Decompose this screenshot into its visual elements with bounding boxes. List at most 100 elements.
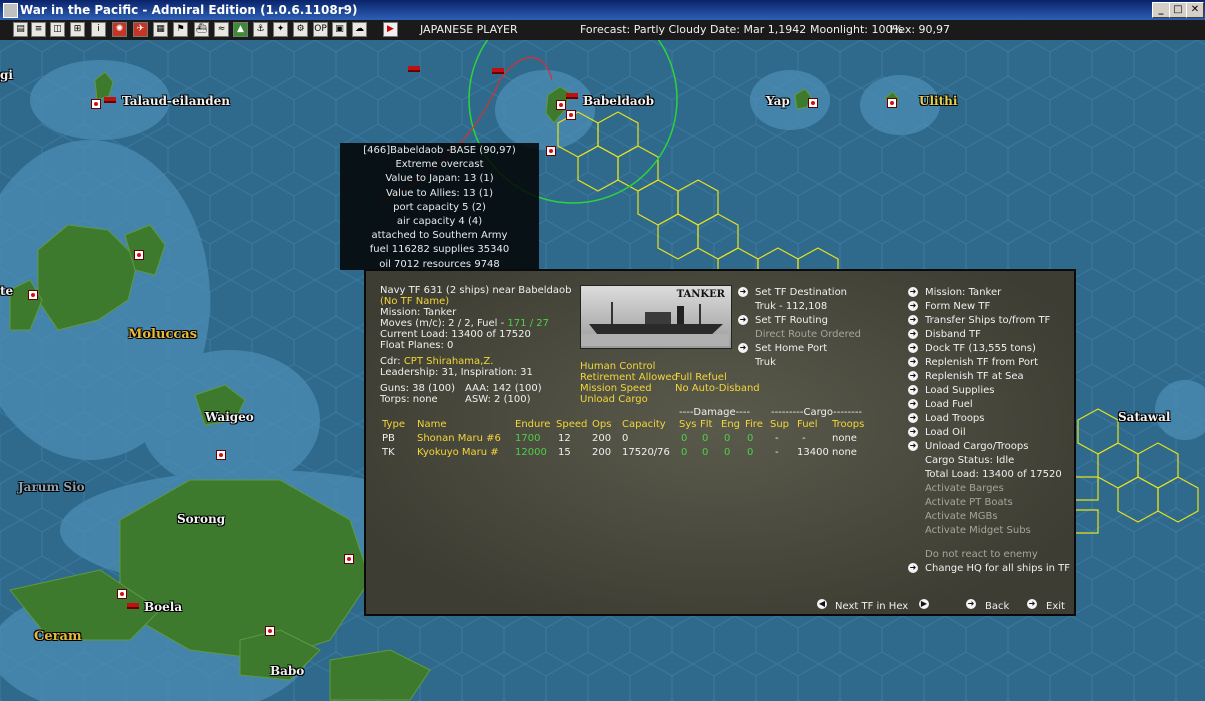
menu-disband-tf[interactable]: Disband TF	[925, 329, 981, 341]
base-marker-ulithi[interactable]	[887, 98, 897, 108]
menu-load-fuel[interactable]: Load Fuel	[925, 399, 973, 411]
ship-report-icon[interactable]: ⊞	[70, 22, 85, 37]
col-capacity: Capacity	[622, 419, 666, 430]
back-arrow-icon[interactable]: ➜	[966, 599, 976, 609]
set-home-port-button[interactable]: Set Home Port	[755, 343, 827, 355]
ship-marker-north-2[interactable]	[492, 68, 504, 74]
arrow-icon[interactable]: ➜	[908, 357, 918, 367]
menu-load-oil[interactable]: Load Oil	[925, 427, 966, 439]
prev-arrow-icon[interactable]: ◀	[817, 599, 827, 609]
row-2-endure: 12000	[515, 447, 547, 458]
menu-load-supplies[interactable]: Load Supplies	[925, 385, 994, 397]
menu-transfer-ships[interactable]: Transfer Ships to/from TF	[925, 315, 1050, 327]
arrow-icon[interactable]: ➜	[908, 301, 918, 311]
map-label-gi: gi	[0, 68, 13, 82]
arrow-icon[interactable]: ➜	[738, 287, 748, 297]
arrow-icon[interactable]: ➜	[908, 287, 918, 297]
base-marker-west[interactable]	[28, 290, 38, 300]
opt-no-auto-disband[interactable]: No Auto-Disband	[675, 383, 760, 395]
ship-marker-talaud[interactable]	[104, 97, 116, 103]
next-arrow-icon[interactable]: ▶	[919, 599, 929, 609]
menu-form-new-tf[interactable]: Form New TF	[925, 301, 990, 313]
base-marker-halmahera[interactable]	[134, 250, 144, 260]
base-marker-babeldaob[interactable]	[556, 100, 566, 110]
ground-unit-icon[interactable]: ▦	[153, 22, 168, 37]
arrow-icon[interactable]: ➜	[908, 343, 918, 353]
menu-replenish-sea[interactable]: Replenish TF at Sea	[925, 371, 1024, 383]
title-bar: War in the Pacific - Admiral Edition (1.…	[0, 0, 1205, 20]
menu-load-troops[interactable]: Load Troops	[925, 413, 985, 425]
air-group-icon[interactable]: ✦	[273, 22, 288, 37]
row-2-sup: -	[775, 447, 779, 458]
menu-change-hq[interactable]: Change HQ for all ships in TF	[925, 563, 1070, 575]
base-info-line: [466]Babeldaob -BASE (90,97)	[363, 145, 516, 156]
base-marker-waigeo[interactable]	[216, 450, 226, 460]
do-not-react-option[interactable]: Do not react to enemy	[925, 549, 1038, 561]
map-label-ulithi: Ulithi	[919, 94, 958, 108]
base-marker-small[interactable]	[546, 146, 556, 156]
opt-unload-cargo[interactable]: Unload Cargo	[580, 394, 648, 406]
arrow-icon[interactable]: ➜	[738, 343, 748, 353]
base-marker-babeldaob-2[interactable]	[566, 110, 576, 120]
base-info-box: [466]Babeldaob -BASE (90,97) Extreme ove…	[340, 143, 539, 270]
tf-fuel-range: 171 / 27	[507, 318, 549, 329]
base-marker-sorong-east[interactable]	[344, 554, 354, 564]
col-ops: Ops	[592, 419, 612, 430]
menu-dock-tf[interactable]: Dock TF (13,555 tons)	[925, 343, 1036, 355]
maximize-button[interactable]: □	[1169, 2, 1187, 18]
arrow-icon[interactable]: ➜	[908, 563, 918, 573]
map-label-babo: Babo	[270, 664, 305, 678]
terrain-icon[interactable]: ▲	[233, 22, 248, 37]
flag-icon[interactable]: ⚑	[173, 22, 188, 37]
arrow-icon[interactable]: ➜	[908, 371, 918, 381]
end-turn-icon[interactable]: ▶	[383, 22, 398, 37]
intel-icon[interactable]: i	[91, 22, 106, 37]
exit-arrow-icon[interactable]: ➜	[1027, 599, 1037, 609]
row-1-endure: 1700	[515, 433, 541, 444]
arrow-icon[interactable]: ➜	[908, 385, 918, 395]
ship-icon[interactable]: ⛴	[194, 22, 209, 37]
row-1-flt: 0	[702, 433, 709, 444]
list-icon[interactable]: ≡	[31, 22, 46, 37]
set-destination-button[interactable]: Set TF Destination	[755, 287, 847, 299]
aircraft-icon[interactable]: ✈	[133, 22, 148, 37]
weather-icon[interactable]: ☁	[352, 22, 367, 37]
operations-icon[interactable]: OP	[313, 22, 328, 37]
ship-marker-babeldaob[interactable]	[566, 93, 578, 99]
arrow-icon[interactable]: ➜	[908, 413, 918, 423]
ship-marker-boela[interactable]	[127, 603, 139, 609]
next-tf-in-hex[interactable]: Next TF in Hex	[835, 601, 908, 613]
japanese-flag-icon[interactable]: ✺	[112, 22, 127, 37]
base-marker-babo[interactable]	[265, 626, 275, 636]
arrow-icon[interactable]: ➜	[908, 315, 918, 325]
row-1-name[interactable]: Shonan Maru #6	[417, 433, 501, 445]
base-marker-boela[interactable]	[117, 589, 127, 599]
base-marker-talaud[interactable]	[91, 99, 101, 109]
base-marker-yap[interactable]	[808, 98, 818, 108]
arrow-icon[interactable]: ➜	[908, 399, 918, 409]
arrow-icon[interactable]: ➜	[908, 441, 918, 451]
ship-marker-north[interactable]	[408, 66, 420, 72]
production-icon[interactable]: ▣	[332, 22, 347, 37]
row-2-name[interactable]: Kyokuyo Maru #	[417, 447, 499, 459]
arrow-icon[interactable]: ➜	[908, 427, 918, 437]
fleet-icon[interactable]: ⚓	[253, 22, 268, 37]
col-sup: Sup	[770, 419, 790, 430]
settings-icon[interactable]: ⚙	[293, 22, 308, 37]
menu-unload-cargo[interactable]: Unload Cargo/Troops	[925, 441, 1028, 453]
close-button[interactable]: ✕	[1186, 2, 1204, 18]
game-toolbar: ▤ ≡ ◫ ⊞ i ✺ ✈ ▦ ⚑ ⛴ ≈ ▲ ⚓ ✦ ⚙ OP ▣ ☁ ▶ J…	[0, 20, 1205, 40]
arrow-icon[interactable]: ➜	[738, 315, 748, 325]
arrow-icon[interactable]: ➜	[908, 329, 918, 339]
convoy-icon[interactable]: ≈	[214, 22, 229, 37]
info-icon[interactable]: ▤	[13, 22, 28, 37]
back-button[interactable]: Back	[985, 601, 1009, 613]
menu-mission[interactable]: Mission: Tanker	[925, 287, 1001, 299]
report-icon[interactable]: ◫	[50, 22, 65, 37]
cdr-name[interactable]: CPT Shirahama,Z.	[404, 356, 494, 367]
exit-button[interactable]: Exit	[1046, 601, 1065, 613]
minimize-button[interactable]: _	[1152, 2, 1170, 18]
set-routing-button[interactable]: Set TF Routing	[755, 315, 828, 327]
cargo-status: Cargo Status: Idle	[925, 455, 1015, 466]
menu-replenish-port[interactable]: Replenish TF from Port	[925, 357, 1038, 369]
